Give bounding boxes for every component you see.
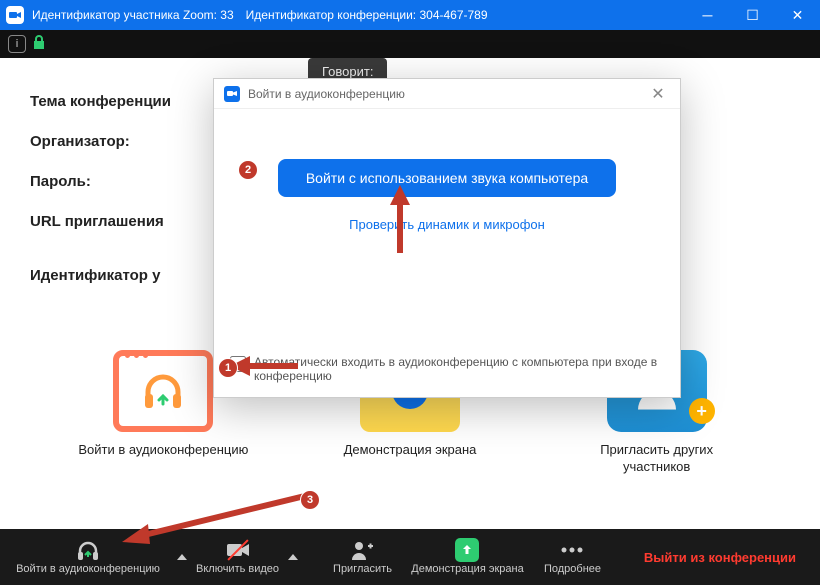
audio-chevron-button[interactable] <box>168 529 196 585</box>
video-off-icon <box>226 539 250 561</box>
join-audio-label: Войти в аудиоконференцию <box>16 563 160 575</box>
share-icon <box>455 538 479 562</box>
annotation-badge-2: 2 <box>238 160 258 180</box>
share-screen-tile-label: Демонстрация экрана <box>325 442 495 459</box>
audio-dialog: Войти в аудиоконференцию ✕ Войти с испол… <box>213 78 681 398</box>
annotation-badge-3: 3 <box>300 490 320 510</box>
invite-tile-label: Пригласить других участников <box>572 442 742 476</box>
meeting-info: Тема конференции Организатор: Пароль: UR… <box>30 84 171 298</box>
url-label: URL приглашения <box>30 204 171 240</box>
test-speaker-mic-link[interactable]: Проверить динамик и микрофон <box>244 217 650 232</box>
headphones-icon <box>76 539 100 561</box>
close-button[interactable]: ✕ <box>775 0 820 30</box>
window-controls: ─ ☐ ✕ <box>685 0 820 30</box>
more-button[interactable]: Подробнее <box>532 529 612 585</box>
share-label: Демонстрация экрана <box>411 563 523 575</box>
topic-label: Тема конференции <box>30 84 171 120</box>
share-screen-button[interactable]: Демонстрация экрана <box>402 529 532 585</box>
plus-icon: + <box>689 398 715 424</box>
join-audio-button[interactable]: Войти в аудиоконференцию <box>8 529 168 585</box>
video-button[interactable]: Включить видео <box>196 529 279 585</box>
participant-id-text: Идентификатор участника Zoom: 33 <box>32 8 234 22</box>
join-audio-tile-label: Войти в аудиоконференцию <box>78 442 248 459</box>
bottom-toolbar: Войти в аудиоконференцию Включить видео … <box>0 529 820 585</box>
lock-icon <box>32 34 46 55</box>
dialog-close-button[interactable]: ✕ <box>646 84 670 104</box>
annotation-badge-1: 1 <box>218 358 238 378</box>
leave-button[interactable]: Выйти из конференции <box>628 550 812 565</box>
invite-icon <box>350 539 374 561</box>
password-label: Пароль: <box>30 164 171 200</box>
video-chevron-button[interactable] <box>279 529 307 585</box>
titlebar: Идентификатор участника Zoom: 33 Идентиф… <box>0 0 820 30</box>
more-label: Подробнее <box>544 563 601 575</box>
video-label: Включить видео <box>196 563 279 575</box>
invite-button[interactable]: Пригласить <box>322 529 402 585</box>
maximize-button[interactable]: ☐ <box>730 0 775 30</box>
more-icon <box>561 539 583 561</box>
host-label: Организатор: <box>30 124 171 160</box>
join-with-computer-audio-button[interactable]: Войти с использованием звука компьютера <box>278 159 616 197</box>
minimize-button[interactable]: ─ <box>685 0 730 30</box>
conference-id-text: Идентификатор конференции: 304-467-789 <box>246 8 488 22</box>
participant-id-label: Идентификатор у <box>30 258 171 294</box>
invite-label: Пригласить <box>333 563 392 575</box>
info-bar: i <box>0 30 820 58</box>
zoom-small-icon <box>224 86 240 102</box>
zoom-app-icon <box>6 6 24 24</box>
dialog-header: Войти в аудиоконференцию ✕ <box>214 79 680 109</box>
auto-join-label: Автоматически входить в аудиоконференцию… <box>254 355 664 383</box>
info-icon[interactable]: i <box>8 35 26 53</box>
dialog-title: Войти в аудиоконференцию <box>248 87 405 101</box>
